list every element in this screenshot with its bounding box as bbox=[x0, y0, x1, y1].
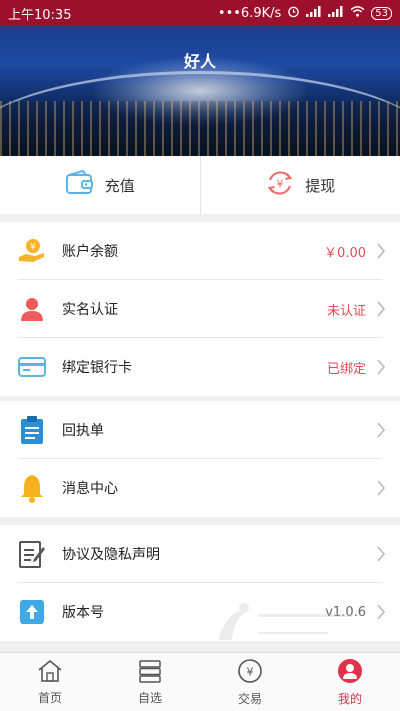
clipboard-icon bbox=[18, 416, 46, 444]
agreement-label: 协议及隐私声明 bbox=[62, 547, 160, 563]
profile-icon bbox=[337, 658, 363, 687]
recharge-button[interactable]: 充值 bbox=[0, 156, 200, 214]
realname-label: 实名认证 bbox=[62, 302, 118, 318]
signal-icon-2 bbox=[328, 5, 344, 21]
tab-watchlist-label: 自选 bbox=[137, 690, 162, 705]
withdraw-button[interactable]: ¥ 提现 bbox=[199, 156, 400, 214]
chevron-right-icon bbox=[377, 243, 386, 259]
svg-text:¥: ¥ bbox=[277, 178, 284, 191]
tab-profile-label: 我的 bbox=[337, 691, 362, 706]
profile-banner: 好人 bbox=[0, 26, 400, 156]
recharge-label: 充值 bbox=[104, 176, 135, 195]
network-speed: •••6.9K/s bbox=[217, 5, 282, 21]
receipt-row[interactable]: 回执单 bbox=[0, 401, 400, 459]
page-title: 好人 bbox=[183, 52, 216, 71]
banner-city-image bbox=[0, 101, 400, 156]
status-bar: 上午10:35 •••6.9K/s 53 bbox=[0, 0, 400, 26]
quick-actions: 充值 ¥ 提现 bbox=[0, 156, 400, 214]
wallet-icon bbox=[65, 169, 95, 201]
coin-hand-icon: ¥ bbox=[18, 237, 46, 265]
battery-indicator: 53 bbox=[371, 6, 392, 20]
realname-row[interactable]: 实名认证 未认证 bbox=[0, 280, 400, 338]
user-icon bbox=[18, 295, 46, 323]
status-indicators: •••6.9K/s 53 bbox=[218, 5, 392, 22]
withdraw-icon: ¥ bbox=[265, 168, 295, 202]
chevron-right-icon bbox=[377, 604, 386, 620]
account-group: ¥ 账户余额 ￥0.00 实名认证 未认证 绑定银行卡 已绑定 bbox=[0, 222, 400, 396]
bottom-nav: 首页 自选 ¥ 交易 我的 bbox=[0, 652, 400, 711]
bell-icon bbox=[18, 474, 46, 503]
watchlist-icon bbox=[137, 659, 163, 686]
tab-watchlist[interactable]: 自选 bbox=[100, 653, 200, 711]
bank-card-icon bbox=[18, 353, 46, 381]
alarm-icon bbox=[287, 5, 300, 22]
bankcard-row[interactable]: 绑定银行卡 已绑定 bbox=[0, 338, 400, 396]
chevron-right-icon bbox=[377, 422, 386, 438]
svg-text:¥: ¥ bbox=[247, 665, 254, 678]
status-time: 上午10:35 bbox=[8, 7, 72, 23]
balance-row[interactable]: ¥ 账户余额 ￥0.00 bbox=[0, 222, 400, 280]
wifi-icon bbox=[350, 5, 365, 21]
chevron-right-icon bbox=[377, 480, 386, 496]
chevron-right-icon bbox=[377, 359, 386, 375]
balance-label: 账户余额 bbox=[62, 244, 118, 260]
chevron-right-icon bbox=[377, 546, 386, 562]
tab-home[interactable]: 首页 bbox=[0, 653, 100, 711]
version-label: 版本号 bbox=[62, 605, 104, 621]
tab-trade-label: 交易 bbox=[237, 691, 262, 706]
watermark-logo bbox=[218, 603, 353, 640]
realname-status: 未认证 bbox=[326, 303, 366, 319]
tab-profile[interactable]: 我的 bbox=[300, 653, 400, 711]
agreement-row[interactable]: 协议及隐私声明 bbox=[0, 525, 400, 583]
withdraw-label: 提现 bbox=[305, 176, 336, 195]
messages-label: 消息中心 bbox=[62, 481, 118, 497]
tab-home-label: 首页 bbox=[37, 690, 62, 705]
svg-text:¥: ¥ bbox=[30, 243, 36, 253]
chevron-right-icon bbox=[377, 301, 386, 317]
upgrade-icon bbox=[18, 598, 46, 626]
home-icon bbox=[37, 659, 63, 686]
messages-row[interactable]: 消息中心 bbox=[0, 459, 400, 517]
receipt-label: 回执单 bbox=[62, 423, 104, 439]
trade-icon: ¥ bbox=[237, 658, 263, 687]
bankcard-status: 已绑定 bbox=[326, 361, 366, 377]
document-edit-icon bbox=[18, 540, 46, 568]
balance-value: ￥0.00 bbox=[324, 245, 366, 261]
services-group: 回执单 消息中心 bbox=[0, 401, 400, 517]
signal-icon bbox=[306, 5, 322, 21]
tab-trade[interactable]: ¥ 交易 bbox=[200, 653, 300, 711]
bankcard-label: 绑定银行卡 bbox=[62, 360, 132, 376]
